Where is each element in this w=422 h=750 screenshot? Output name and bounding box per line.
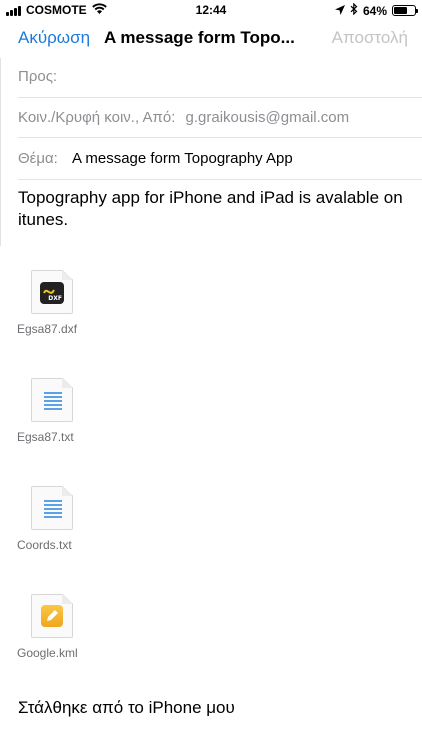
status-bar: COSMOTE 12:44 64% <box>0 0 422 20</box>
attachment-name: Google.kml <box>17 646 78 660</box>
compose-nav-bar: Ακύρωση A message form Topo... Αποστολή <box>0 22 422 58</box>
to-field[interactable]: Προς: <box>18 58 422 98</box>
attachment-name: Egsa87.dxf <box>17 322 78 336</box>
subject-field[interactable]: Θέμα: A message form Topography App <box>18 138 422 180</box>
subject-label: Θέμα: <box>18 150 58 167</box>
attachment-name: Egsa87.txt <box>17 430 74 444</box>
text-lines <box>44 392 62 412</box>
dxf-badge-text: DXF <box>48 295 62 302</box>
cc-bcc-from-label: Κοιν./Κρυφή κοιν., Από: <box>18 109 176 126</box>
page-fold <box>62 270 73 280</box>
signature[interactable]: Στάλθηκε από το iPhone μου <box>18 698 235 718</box>
from-address[interactable]: g.graikousis@gmail.com <box>186 109 350 126</box>
battery-icon <box>392 5 418 16</box>
text-lines <box>44 500 62 520</box>
page-fold <box>62 486 73 496</box>
pencil-icon <box>41 605 63 627</box>
page-fold <box>62 594 73 604</box>
page-fold <box>62 378 73 388</box>
header-divider <box>0 58 1 246</box>
battery-level-fill <box>394 7 407 14</box>
cc-bcc-from-field[interactable]: Κοιν./Κρυφή κοιν., Από: g.graikousis@gma… <box>18 98 422 138</box>
message-body[interactable]: Topography app for iPhone and iPad is av… <box>18 187 408 231</box>
bluetooth-icon <box>350 2 358 18</box>
send-button[interactable]: Αποστολή <box>332 28 408 48</box>
status-right: 64% <box>334 2 418 18</box>
to-label: Προς: <box>18 68 58 85</box>
subject-input[interactable]: A message form Topography App <box>72 150 293 167</box>
battery-percent: 64% <box>362 3 387 18</box>
attachment-name: Coords.txt <box>17 538 72 552</box>
dxf-badge: DXF <box>40 282 64 304</box>
location-arrow-icon <box>334 4 345 18</box>
cancel-button[interactable]: Ακύρωση <box>18 28 90 48</box>
compose-title: A message form Topo... <box>104 28 295 47</box>
